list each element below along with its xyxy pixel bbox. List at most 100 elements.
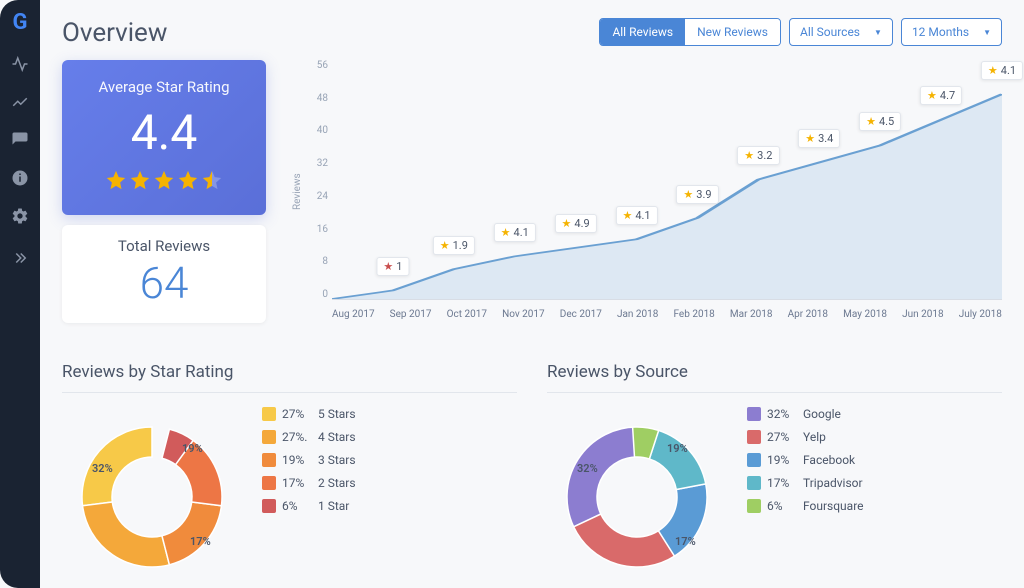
slice-label: 17% xyxy=(190,535,211,548)
chat-icon[interactable] xyxy=(11,131,29,149)
chevron-down-icon: ▼ xyxy=(874,28,882,37)
star-icon xyxy=(105,169,127,195)
legend-source: 32%Google 27% Yelp 19%Facebook 17% Tripadviso… xyxy=(747,407,864,513)
legend-pct: 27%. xyxy=(282,430,312,444)
star-icon: ★ xyxy=(988,64,998,77)
slice-label: 19% xyxy=(667,442,688,455)
legend-name: 2 Stars xyxy=(318,476,356,490)
top-row: Average Star Rating 4.4 Total Reviews 64… xyxy=(62,60,1002,340)
star-icon: ★ xyxy=(562,217,572,230)
legend-row: 19%Facebook xyxy=(747,453,864,467)
legend-pct: 6% xyxy=(282,499,312,513)
legend-pct: 6% xyxy=(767,499,797,513)
point-badge: ★4.9 xyxy=(555,214,597,233)
swatch-icon xyxy=(747,407,761,421)
legend-row: 27%.4 Stars xyxy=(262,430,356,444)
panel-title: Reviews by Star Rating xyxy=(62,362,517,393)
legend-pct: 27% xyxy=(767,430,797,444)
swatch-icon xyxy=(262,499,276,513)
star-icon xyxy=(129,169,151,195)
legend-row: 32%Google xyxy=(747,407,864,421)
legend-name: 5 Stars xyxy=(318,407,356,421)
star-icon: ★ xyxy=(866,115,876,128)
chevron-down-icon: ▼ xyxy=(983,28,991,37)
avg-rating-value: 4.4 xyxy=(72,104,256,161)
slice-label: 17% xyxy=(675,535,696,548)
legend-row: 6% Foursquare xyxy=(747,499,864,513)
filter-option[interactable]: All Reviews xyxy=(600,19,685,45)
source-dropdown-label: All Sources xyxy=(800,25,860,39)
star-icon xyxy=(201,169,223,195)
donut-source: 32% 19% 17% xyxy=(547,407,727,587)
point-badge: ★4.7 xyxy=(920,86,962,105)
legend-pct: 17% xyxy=(767,476,797,490)
star-icon: ★ xyxy=(683,188,693,201)
reviews-filter-segmented: All ReviewsNew Reviews xyxy=(599,18,781,46)
star-icon: ★ xyxy=(927,89,937,102)
legend-pct: 17% xyxy=(282,476,312,490)
source-dropdown[interactable]: All Sources ▼ xyxy=(789,18,893,46)
point-badge: ★4.1 xyxy=(615,206,657,225)
summary-cards: Average Star Rating 4.4 Total Reviews 64 xyxy=(62,60,266,340)
gear-icon[interactable] xyxy=(11,207,29,225)
star-icon: ★ xyxy=(440,239,450,252)
legend-name: 3 Stars xyxy=(318,453,356,467)
donut-rating: 32% 19% 17% xyxy=(62,407,242,587)
point-badge: ★4.1 xyxy=(981,61,1023,80)
legend-row: 17% Tripadvisor xyxy=(747,476,864,490)
point-badge: ★3.2 xyxy=(737,146,779,165)
legend-name: Yelp xyxy=(803,430,826,444)
legend-row: 6% 1 Star xyxy=(262,499,356,513)
legend-name: Foursquare xyxy=(803,499,864,513)
pulse-icon[interactable] xyxy=(11,55,29,73)
y-ticks: 56484032241680 xyxy=(306,60,328,300)
header-row: Overview All ReviewsNew Reviews All Sour… xyxy=(62,18,1002,48)
legend-name: 1 Star xyxy=(318,499,349,513)
swatch-icon xyxy=(747,499,761,513)
star-icon xyxy=(153,169,175,195)
slice-label: 32% xyxy=(92,462,113,475)
swatch-icon xyxy=(747,430,761,444)
plot-area: ★1★1.9★4.1★4.9★4.1★3.9★3.2★3.4★4.5★4.7★4… xyxy=(332,60,1002,300)
avg-rating-stars xyxy=(72,169,256,195)
legend-row: 27% Yelp xyxy=(747,430,864,444)
legend-name: Tripadvisor xyxy=(803,476,863,490)
app-root: G Overview All ReviewsNew Reviews All So… xyxy=(0,0,1024,588)
point-badge: ★1.9 xyxy=(433,236,475,255)
avg-rating-label: Average Star Rating xyxy=(72,78,256,96)
total-reviews-card: Total Reviews 64 xyxy=(62,225,266,323)
slice-label: 19% xyxy=(182,442,203,455)
point-badge: ★3.9 xyxy=(676,185,718,204)
info-icon[interactable] xyxy=(11,169,29,187)
sidebar: G xyxy=(0,0,40,588)
y-axis-label: Reviews xyxy=(292,173,303,210)
swatch-icon xyxy=(747,453,761,467)
range-dropdown[interactable]: 12 Months ▼ xyxy=(901,18,1002,46)
total-reviews-value: 64 xyxy=(72,257,256,309)
main: Overview All ReviewsNew Reviews All Sour… xyxy=(40,0,1024,588)
legend-name: Google xyxy=(803,407,841,421)
legend-pct: 27% xyxy=(282,407,312,421)
star-icon: ★ xyxy=(805,132,815,145)
legend-row: 19% 3 Stars xyxy=(262,453,356,467)
total-reviews-label: Total Reviews xyxy=(72,237,256,255)
range-dropdown-label: 12 Months xyxy=(912,25,969,39)
line-chart: Reviews 56484032241680 ★1★1.9★4.1★4.9★4.… xyxy=(284,60,1002,340)
star-icon xyxy=(177,169,199,195)
slice-label: 32% xyxy=(577,462,598,475)
panel-title: Reviews by Source xyxy=(547,362,1002,393)
point-badge: ★3.4 xyxy=(798,129,840,148)
filter-option[interactable]: New Reviews xyxy=(685,19,780,45)
star-icon: ★ xyxy=(501,226,511,239)
legend-rating: 27% 5 Stars 27%.4 Stars 19% 3 Stars 17% 2 Star… xyxy=(262,407,356,513)
star-icon: ★ xyxy=(744,149,754,162)
star-icon: ★ xyxy=(622,209,632,222)
collapse-icon[interactable] xyxy=(11,249,29,267)
swatch-icon xyxy=(747,476,761,490)
page-title: Overview xyxy=(62,18,167,48)
filters: All ReviewsNew Reviews All Sources ▼ 12 … xyxy=(599,18,1002,46)
legend-pct: 19% xyxy=(282,453,312,467)
trend-icon[interactable] xyxy=(11,93,29,111)
swatch-icon xyxy=(262,430,276,444)
logo-icon[interactable]: G xyxy=(13,10,28,35)
